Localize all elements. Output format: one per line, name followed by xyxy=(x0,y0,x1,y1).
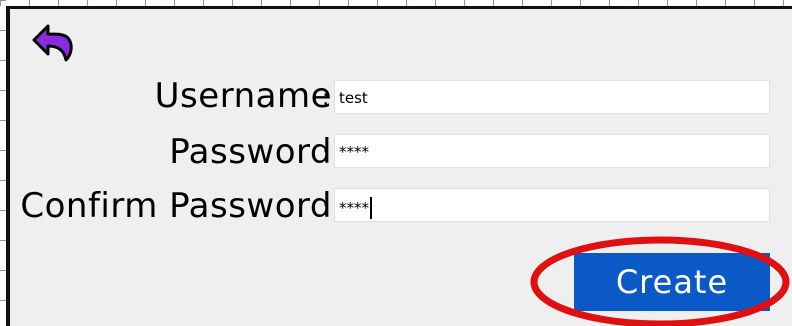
text-caret xyxy=(370,197,372,219)
confirm-password-label: Confirm Password xyxy=(20,186,332,226)
back-arrow-icon xyxy=(32,24,73,62)
password-value: **** xyxy=(339,143,369,161)
username-input[interactable]: test xyxy=(334,80,770,114)
password-colon: : xyxy=(322,142,330,167)
confirm-password-colon: : xyxy=(322,196,330,221)
username-label: Username xyxy=(154,76,332,116)
username-colon: : xyxy=(322,86,330,111)
create-button[interactable]: Create xyxy=(574,253,770,311)
username-value: test xyxy=(339,89,368,107)
confirm-password-value: **** xyxy=(339,199,369,217)
back-button[interactable] xyxy=(30,20,78,68)
password-input[interactable]: **** xyxy=(334,134,770,168)
password-label: Password xyxy=(169,132,332,172)
screen: Username : test Password : **** Confirm … xyxy=(0,0,792,326)
confirm-password-input[interactable]: **** xyxy=(334,188,770,222)
